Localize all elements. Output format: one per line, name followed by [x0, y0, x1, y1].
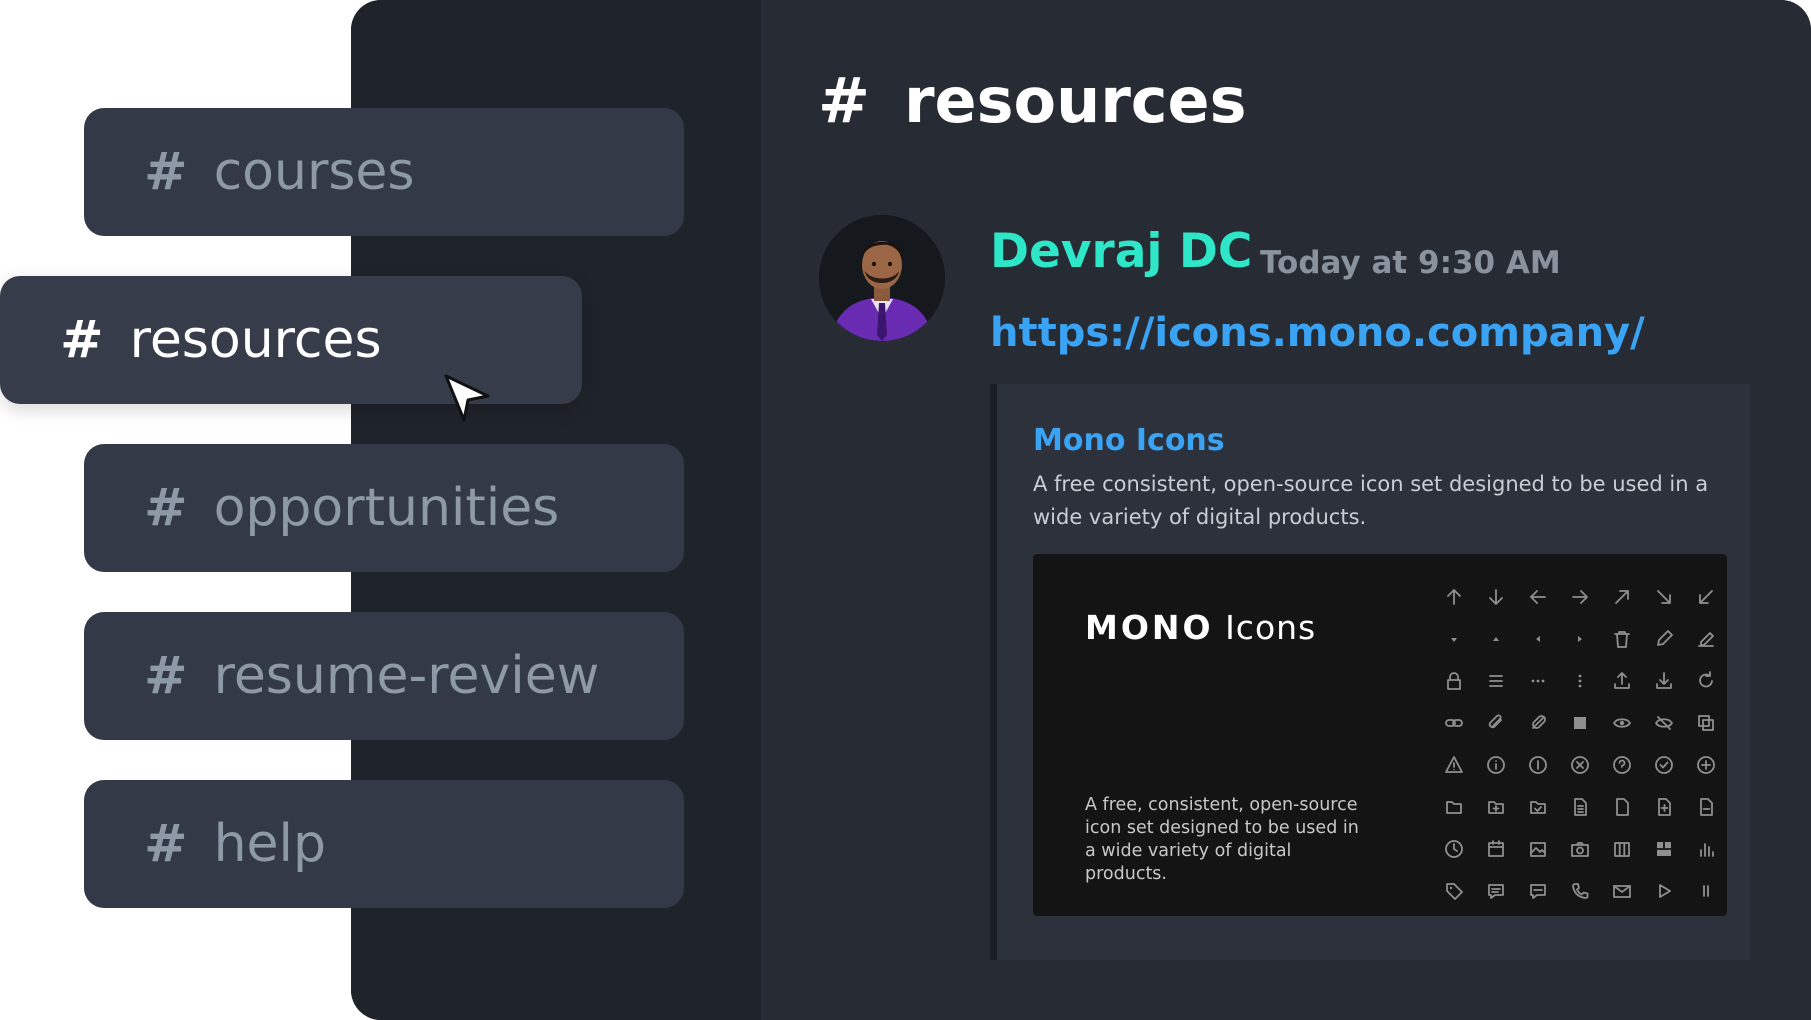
eye-off-icon [1655, 716, 1673, 730]
mono-logo: MONO Icons [1085, 608, 1316, 647]
warning-icon [1445, 756, 1463, 773]
attachment-icon [1488, 714, 1502, 729]
arrow-down-left-icon [1699, 590, 1713, 604]
calendar-icon [1488, 840, 1504, 857]
link-icon [1445, 719, 1463, 727]
caret-up-icon [1493, 637, 1499, 641]
user-portrait-icon [819, 215, 945, 341]
message-link[interactable]: https://icons.mono.company/ [990, 313, 1645, 353]
clip-icon [1532, 715, 1546, 729]
arrow-left-icon [1530, 590, 1546, 604]
edit-icon [1657, 630, 1673, 646]
tag-icon [1446, 883, 1463, 900]
info-alt-icon [1529, 756, 1547, 774]
file-add-icon [1658, 798, 1671, 816]
link-embed: Mono Icons A free consistent, open-sourc… [990, 384, 1750, 960]
icon-showcase-grid [1433, 576, 1715, 900]
arrow-down-right-icon [1657, 590, 1671, 604]
delete-icon [1614, 631, 1630, 648]
image-icon [1530, 842, 1546, 857]
menu-icon [1489, 675, 1503, 687]
bar-chart-icon [1700, 843, 1714, 857]
channel-item-opportunities[interactable]: # opportunities [84, 444, 684, 572]
block-icon [1574, 717, 1586, 729]
embed-image[interactable]: MONO Icons A free, consistent, open-sour… [1033, 554, 1727, 916]
channel-hash-icon: # [818, 64, 870, 137]
pause-icon [1703, 885, 1709, 897]
email-icon [1613, 885, 1631, 898]
arrow-up-right-icon [1615, 590, 1629, 604]
document-icon [1574, 798, 1587, 816]
channel-hash-icon: # [144, 478, 188, 538]
edit-alt-icon [1698, 632, 1714, 647]
download-icon [1656, 672, 1672, 689]
channel-header: # resources [818, 70, 1247, 132]
eye-icon [1613, 718, 1631, 728]
options-vertical-icon [1578, 674, 1582, 688]
embed-description: A free consistent, open-source icon set … [1033, 472, 1709, 529]
lock-icon [1447, 672, 1461, 690]
channel-hash-icon: # [144, 814, 188, 874]
channel-hash-icon: # [144, 142, 188, 202]
columns-icon [1614, 842, 1630, 857]
folder-add-icon [1488, 801, 1504, 814]
channel-item-resume-review[interactable]: # resume-review [84, 612, 684, 740]
brand-mark: MONO [1085, 608, 1214, 647]
embed-image-tagline: A free, consistent, open-source icon set… [1085, 795, 1359, 884]
message-timestamp: Today at 9:30 AM [1260, 245, 1561, 281]
phone-icon [1572, 883, 1589, 899]
folder-check-icon [1530, 801, 1546, 814]
refresh-icon [1699, 671, 1713, 688]
channel-label: courses [213, 142, 415, 202]
brand-word: Icons [1225, 608, 1317, 647]
message-author[interactable]: Devraj DC [990, 228, 1252, 275]
question-icon [1613, 756, 1631, 774]
channel-hash-icon: # [144, 646, 188, 706]
upload-icon [1614, 672, 1630, 689]
play-icon [1659, 884, 1671, 898]
check-circle-icon [1655, 756, 1673, 774]
channel-item-resources[interactable]: # resources [0, 276, 582, 404]
embed-title[interactable]: Mono Icons [1033, 426, 1225, 456]
avatar[interactable] [819, 215, 945, 341]
options-horizontal-icon [1531, 679, 1545, 683]
channel-label: resume-review [213, 646, 600, 706]
channel-title: resources [903, 64, 1247, 137]
copy-icon [1698, 715, 1714, 731]
channel-hash-icon: # [60, 310, 104, 370]
stage: # courses # resources # opportunities # … [0, 0, 1811, 1020]
channel-label: resources [129, 310, 382, 370]
arrow-down-icon [1489, 589, 1503, 605]
file-remove-icon [1700, 798, 1713, 816]
caret-right-icon [1578, 636, 1582, 642]
message-icon [1530, 884, 1546, 899]
clock-icon [1445, 840, 1463, 858]
arrow-right-icon [1572, 590, 1588, 604]
channel-label: help [213, 814, 326, 874]
folder-icon [1446, 801, 1462, 814]
comment-icon [1488, 884, 1504, 899]
channel-item-help[interactable]: # help [84, 780, 684, 908]
caret-down-icon [1451, 638, 1457, 642]
mouse-cursor-icon [444, 374, 490, 422]
channel-item-courses[interactable]: # courses [84, 108, 684, 236]
camera-icon [1571, 842, 1589, 857]
file-icon [1616, 798, 1629, 816]
arrow-up-icon [1447, 589, 1461, 605]
info-icon [1487, 756, 1505, 774]
caret-left-icon [1536, 636, 1540, 642]
layout-icon [1657, 842, 1671, 856]
channel-label: opportunities [213, 478, 560, 538]
close-circle-icon [1571, 756, 1589, 774]
add-circle-icon [1697, 756, 1715, 774]
